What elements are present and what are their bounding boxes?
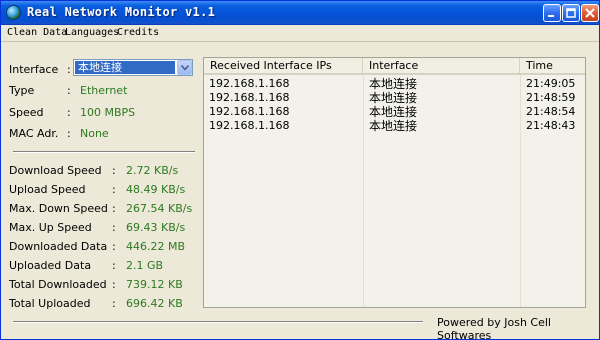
type-row: Type : Ethernet (9, 82, 194, 98)
menu-clean-data[interactable]: Clean Data (7, 27, 67, 38)
row-time: 21:49:05 (526, 77, 576, 90)
stat-row: Uploaded Data : 2.1 GB (9, 257, 194, 273)
row-time: 21:48:43 (526, 119, 576, 132)
row-interface: 本地连接 (369, 105, 418, 119)
column-header-interface[interactable]: Interface (363, 58, 520, 75)
stat-row: Total Uploaded : 696.42 KB (9, 295, 194, 311)
table-row[interactable]: 192.168.1.168 本地连接 21:48:54 (204, 105, 585, 119)
globe-icon[interactable] (6, 5, 21, 20)
row-time: 21:48:54 (526, 105, 576, 118)
left-separator (13, 151, 195, 153)
type-value: Ethernet (80, 84, 128, 97)
stat-label: Total Downloaded (9, 278, 107, 291)
minimize-button[interactable] (543, 4, 561, 22)
column-header-time[interactable]: Time (520, 58, 585, 75)
interface-selected-value: 本地连接 (75, 61, 175, 74)
stat-row: Downloaded Data : 446.22 MB (9, 238, 194, 254)
speed-value: 100 MBPS (80, 106, 136, 119)
colon: : (112, 221, 116, 234)
stat-row: Max. Up Speed : 69.43 KB/s (9, 219, 194, 235)
stat-label: Downloaded Data (9, 240, 108, 253)
colon: : (112, 259, 116, 272)
stat-row: Total Downloaded : 739.12 KB (9, 276, 194, 292)
powered-by-text: Powered by Josh Cell Softwares (437, 316, 551, 340)
stat-value: 446.22 MB (126, 240, 186, 253)
title-bar[interactable]: Real Network Monitor v1.1 (1, 1, 599, 25)
stat-label: Max. Down Speed (9, 202, 108, 215)
stat-row: Upload Speed : 48.49 KB/s (9, 181, 194, 197)
stat-value: 2.72 KB/s (126, 164, 179, 177)
interface-select[interactable]: 本地连接 (73, 59, 193, 76)
colon: : (112, 183, 116, 196)
footer-separator (13, 321, 423, 323)
app-window: Real Network Monitor v1.1 Clean Data Lan… (0, 0, 600, 340)
stat-value: 2.1 GB (126, 259, 164, 272)
menu-credits[interactable]: Credits (117, 27, 159, 38)
colon: : (112, 164, 116, 177)
maximize-button[interactable] (562, 4, 580, 22)
row-ip: 192.168.1.168 (209, 91, 290, 104)
stat-label: Max. Up Speed (9, 221, 92, 234)
row-ip: 192.168.1.168 (209, 119, 290, 132)
stat-value: 696.42 KB (126, 297, 183, 310)
list-header: Received Interface IPs Interface Time (204, 58, 585, 75)
row-ip: 192.168.1.168 (209, 105, 290, 118)
stat-row: Download Speed : 2.72 KB/s (9, 162, 194, 178)
close-button[interactable] (581, 4, 599, 22)
stat-row: Max. Down Speed : 267.54 KB/s (9, 200, 194, 216)
stat-value: 69.43 KB/s (126, 221, 186, 234)
mac-value: None (80, 127, 109, 140)
mac-row: MAC Adr. : None (9, 125, 194, 141)
colon: : (67, 84, 71, 97)
row-ip: 192.168.1.168 (209, 77, 290, 90)
table-row[interactable]: 192.168.1.168 本地连接 21:48:43 (204, 119, 585, 133)
dropdown-button[interactable] (177, 60, 192, 75)
colon: : (67, 127, 71, 140)
menu-bar: Clean Data Languages Credits (1, 25, 599, 42)
column-header-ips[interactable]: Received Interface IPs (204, 58, 363, 75)
window-title: Real Network Monitor v1.1 (27, 5, 216, 19)
interface-label: Interface (9, 63, 59, 76)
row-interface: 本地连接 (369, 119, 418, 133)
stat-label: Upload Speed (9, 183, 86, 196)
colon: : (67, 106, 71, 119)
mac-label: MAC Adr. (9, 127, 59, 140)
stat-value: 739.12 KB (126, 278, 183, 291)
ip-list-view[interactable]: Received Interface IPs Interface Time 19… (203, 57, 586, 308)
menu-languages[interactable]: Languages (65, 27, 119, 38)
stat-label: Uploaded Data (9, 259, 92, 272)
colon: : (112, 278, 116, 291)
type-label: Type (9, 84, 35, 97)
speed-row: Speed : 100 MBPS (9, 104, 194, 120)
stat-value: 267.54 KB/s (126, 202, 193, 215)
chevron-down-icon (181, 65, 189, 71)
stat-label: Download Speed (9, 164, 102, 177)
table-row[interactable]: 192.168.1.168 本地连接 21:49:05 (204, 77, 585, 91)
colon: : (112, 202, 116, 215)
stat-label: Total Uploaded (9, 297, 91, 310)
colon: : (67, 63, 71, 76)
row-time: 21:48:59 (526, 91, 576, 104)
stat-value: 48.49 KB/s (126, 183, 186, 196)
close-icon (585, 8, 595, 18)
speed-label: Speed (9, 106, 44, 119)
maximize-icon (566, 8, 576, 18)
table-row[interactable]: 192.168.1.168 本地连接 21:48:59 (204, 91, 585, 105)
minimize-icon (548, 15, 554, 17)
row-interface: 本地连接 (369, 91, 418, 105)
colon: : (112, 240, 116, 253)
colon: : (112, 297, 116, 310)
row-interface: 本地连接 (369, 77, 418, 91)
